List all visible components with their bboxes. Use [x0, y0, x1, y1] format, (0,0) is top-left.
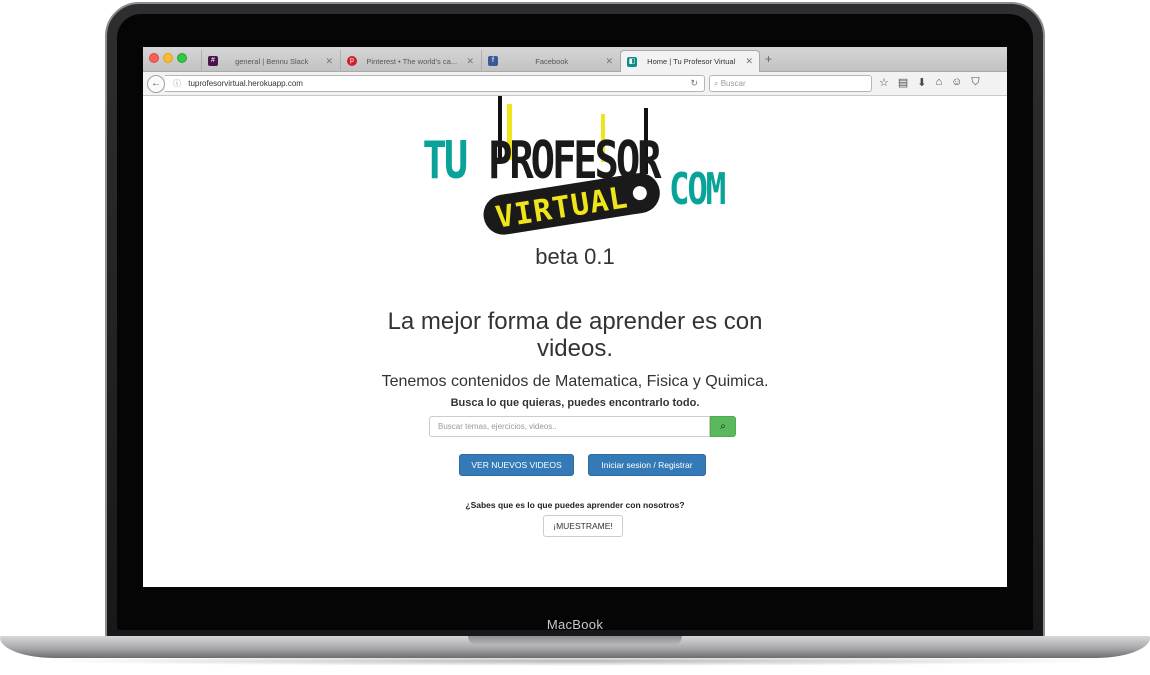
view-new-videos-button[interactable]: VER NUEVOS VIDEOS	[459, 454, 574, 476]
pocket-icon[interactable]: ⛉	[971, 76, 979, 89]
facebook-icon: f	[488, 56, 498, 66]
bookmark-star-icon[interactable]: ☆	[879, 76, 889, 89]
logo-tu-text: TU	[423, 130, 467, 190]
slack-icon: #	[208, 56, 218, 66]
browser-window: # general | Bennu Slack ✕ p Pinterest • …	[143, 47, 1007, 587]
login-register-button[interactable]: Iniciar sesion / Registrar	[588, 454, 706, 476]
download-icon[interactable]: ⬇	[917, 76, 926, 89]
tab-title: Facebook	[535, 56, 569, 66]
close-tab-icon[interactable]: ✕	[466, 56, 474, 67]
logo-com-text: COM	[669, 164, 726, 215]
close-window-button[interactable]	[149, 53, 159, 63]
new-tab-icon[interactable]: +	[765, 52, 772, 66]
reading-list-icon[interactable]: ▤	[898, 76, 908, 89]
site-icon: ◧	[627, 56, 637, 67]
tab-slack[interactable]: # general | Bennu Slack ✕	[201, 50, 339, 72]
show-me-button[interactable]: ¡MUESTRAME!	[543, 515, 623, 537]
page-content: TU PROFESOR VIRTUAL COM beta 0.1 La mejo…	[143, 96, 1007, 587]
maximize-window-button[interactable]	[177, 53, 187, 63]
browser-search-placeholder: Buscar	[720, 79, 746, 88]
address-bar[interactable]: ⓘ tuprofesorvirtual.herokuapp.com ↻	[165, 75, 705, 92]
laptop-notch	[468, 636, 682, 645]
reload-icon[interactable]: ↻	[690, 76, 698, 91]
page-headline: La mejor forma de aprender es con videos…	[143, 308, 1007, 362]
tab-home-tu-profesor-virtual[interactable]: ◧ Home | Tu Profesor Virtual ✕	[620, 50, 760, 72]
device-brand-label: MacBook	[546, 617, 604, 632]
beta-version-label: beta 0.1	[535, 244, 615, 269]
navigation-bar: ← ⓘ tuprofesorvirtual.herokuapp.com ↻ ⌕ …	[143, 72, 1007, 96]
minimize-window-button[interactable]	[163, 53, 173, 63]
close-tab-icon[interactable]: ✕	[605, 56, 613, 67]
page-subtitle: Tenemos contenidos de Matematica, Fisica…	[381, 373, 769, 390]
magnifier-icon: ⌕	[714, 79, 719, 88]
search-input[interactable]	[429, 416, 711, 437]
tab-title: Pinterest • The world's ca...	[366, 56, 458, 66]
laptop-mockup: MacBook # general | Bennu Slack ✕ p Pint…	[0, 0, 1150, 675]
pinterest-icon: p	[347, 56, 357, 66]
close-tab-icon[interactable]: ✕	[745, 56, 753, 67]
toolbar-icons: ☆ ▤ ⬇ ⌂ ☺ ⛉	[879, 76, 980, 89]
tu-profesor-virtual-logo: TU PROFESOR VIRTUAL COM	[423, 96, 728, 236]
tab-title: Home | Tu Profesor Virtual	[647, 57, 736, 66]
back-arrow-icon[interactable]: ←	[147, 75, 165, 93]
search-button[interactable]: ⌕	[710, 416, 736, 437]
home-icon[interactable]: ⌂	[936, 76, 943, 89]
tab-pinterest[interactable]: p Pinterest • The world's ca... ✕	[340, 50, 480, 72]
tab-facebook[interactable]: f Facebook ✕	[481, 50, 619, 72]
search-prompt: Busca lo que quieras, puedes encontrarlo…	[450, 397, 700, 409]
chat-icon[interactable]: ☺	[951, 76, 962, 89]
info-icon[interactable]: ⓘ	[173, 79, 181, 88]
learn-question: ¿Sabes que es lo que puedes aprender con…	[465, 500, 685, 510]
tab-bar: # general | Bennu Slack ✕ p Pinterest • …	[143, 47, 1007, 72]
close-tab-icon[interactable]: ✕	[325, 56, 333, 67]
tab-title: general | Bennu Slack	[235, 56, 309, 66]
browser-search-box[interactable]: ⌕ Buscar	[709, 75, 872, 92]
search-icon: ⌕	[720, 421, 726, 432]
search-group: ⌕	[429, 416, 736, 437]
url-text: tuprofesorvirtual.herokuapp.com	[188, 79, 303, 88]
headline-text: La mejor forma de aprender es con videos…	[387, 308, 763, 362]
